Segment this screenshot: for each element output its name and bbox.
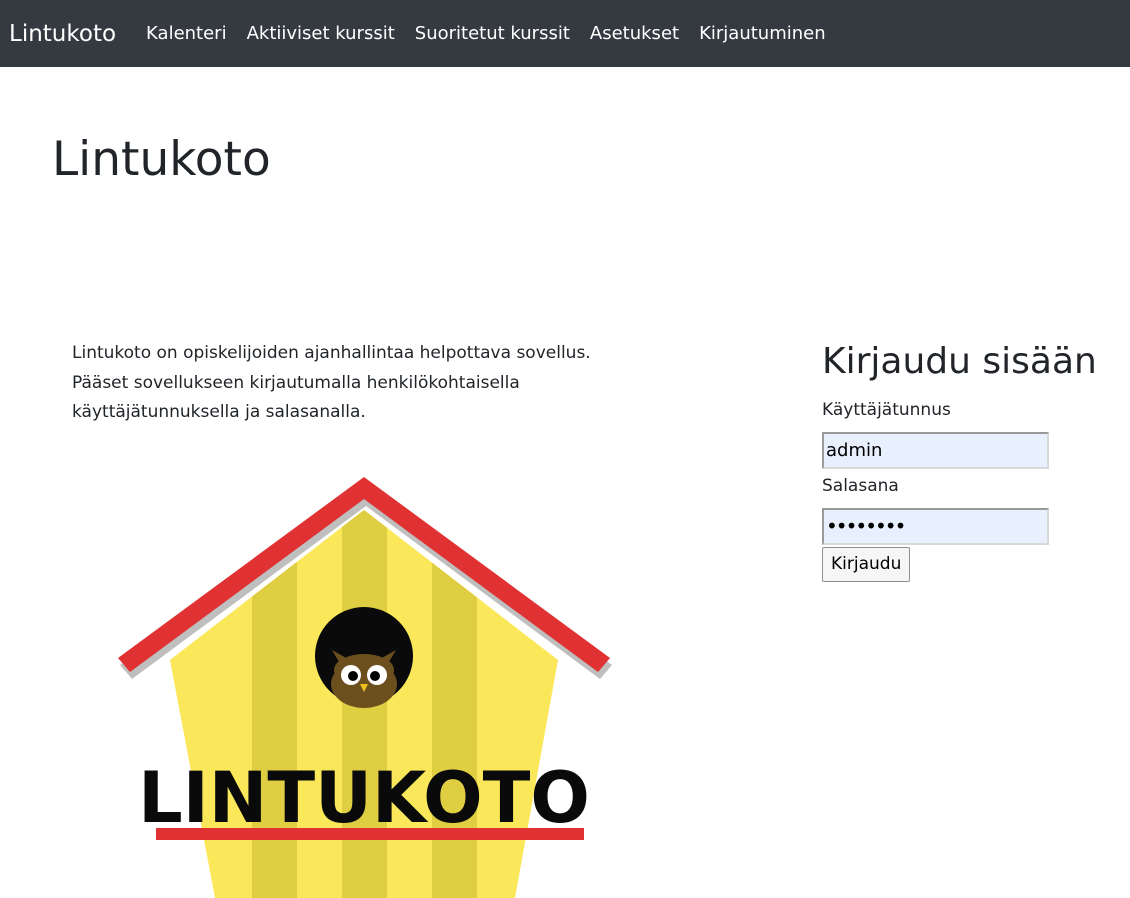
- login-panel: Kirjaudu sisään Käyttäjätunnus admin Sal…: [822, 340, 1122, 582]
- lintukoto-logo: LINTUKOTO: [118, 477, 612, 898]
- nav-link-aktiiviset-kurssit[interactable]: Aktiiviset kurssit: [247, 23, 395, 44]
- nav-link-kirjautuminen[interactable]: Kirjautuminen: [699, 23, 826, 44]
- nav-links: Kalenteri Aktiiviset kurssit Suoritetut …: [146, 23, 846, 44]
- login-title: Kirjaudu sisään: [822, 341, 1097, 382]
- nav-link-kalenteri[interactable]: Kalenteri: [146, 23, 227, 44]
- username-input[interactable]: admin: [822, 432, 1049, 469]
- page-title: Lintukoto: [52, 132, 271, 187]
- nav-link-asetukset[interactable]: Asetukset: [590, 23, 679, 44]
- brand-link[interactable]: Lintukoto: [9, 21, 116, 47]
- top-navbar: Lintukoto Kalenteri Aktiiviset kurssit S…: [0, 0, 1130, 67]
- username-label: Käyttäjätunnus: [822, 400, 951, 420]
- intro-text: Lintukoto on opiskelijoiden ajanhallinta…: [72, 343, 591, 422]
- password-label: Salasana: [822, 476, 899, 496]
- nav-link-suoritetut-kurssit[interactable]: Suoritetut kurssit: [415, 23, 570, 44]
- password-input[interactable]: ••••••••: [822, 508, 1049, 545]
- login-button[interactable]: Kirjaudu: [822, 547, 911, 582]
- owl-icon: [331, 650, 397, 708]
- logo-wordmark: LINTUKOTO: [138, 757, 590, 839]
